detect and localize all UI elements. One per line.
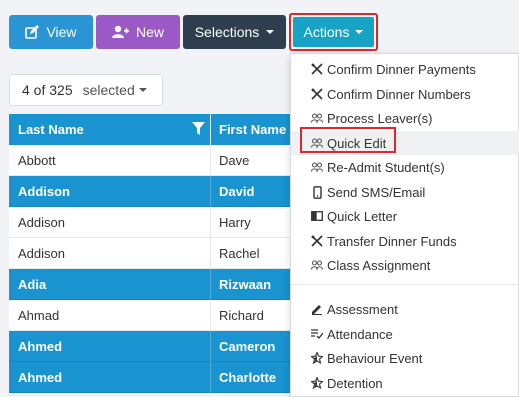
- users-icon: [311, 112, 323, 124]
- selections-dropdown-button[interactable]: Selections: [183, 15, 286, 49]
- student-table: Last Name First Name Abbott Dave Addison Da…: [9, 114, 299, 393]
- column-divider: [210, 300, 211, 331]
- quick-edit-highlight: [300, 127, 396, 153]
- menu-item-label: Detention: [327, 375, 383, 391]
- view-button-label: View: [46, 24, 77, 40]
- cell-first-name: Rachel: [219, 246, 260, 261]
- pencil-icon: [311, 303, 323, 315]
- add-user-icon: [111, 25, 129, 38]
- menu-item-label: Attendance: [327, 326, 393, 342]
- menu-item-label: Quick Letter: [327, 208, 398, 224]
- column-header-last-name[interactable]: Last Name: [18, 122, 84, 137]
- menu-item-label: Re-Admit Student(s): [327, 159, 445, 175]
- menu-item-class-assignment[interactable]: Class Assignment: [291, 253, 519, 277]
- new-button-label: New: [135, 24, 164, 40]
- menu-item-transfer-dinner-funds[interactable]: Transfer Dinner Funds: [291, 229, 519, 253]
- table-row[interactable]: Ahmad Richard: [9, 300, 299, 331]
- menu-item-label: Behaviour Event: [327, 350, 423, 366]
- checklist-icon: [311, 328, 323, 340]
- cell-last-name: Ahmed: [18, 339, 63, 354]
- actions-menu: Confirm Dinner Payments Confirm Dinner Nu…: [290, 53, 519, 397]
- table-row[interactable]: Addison Harry: [9, 207, 299, 238]
- selection-count: 4 of 325: [22, 82, 73, 98]
- menu-item-send-sms-email[interactable]: Send SMS/Email: [291, 180, 519, 204]
- column-divider: [210, 176, 211, 207]
- table-body: Abbott Dave Addison David Addison Harry Addiso…: [9, 145, 299, 393]
- users-icon: [311, 259, 323, 271]
- table-row[interactable]: Adia Rizwaan: [9, 269, 299, 300]
- cell-first-name: David: [219, 184, 255, 199]
- cell-first-name: Harry: [219, 215, 251, 230]
- column-divider: [210, 362, 211, 393]
- menu-item-label: Class Assignment: [327, 257, 431, 273]
- cell-last-name: Adia: [18, 277, 47, 292]
- menu-item-re-admit-student-s[interactable]: Re-Admit Student(s): [291, 155, 519, 179]
- new-button[interactable]: New: [96, 15, 180, 49]
- column-divider: [210, 145, 211, 176]
- cutlery-icon: [311, 63, 323, 75]
- table-row[interactable]: Addison David: [9, 176, 299, 207]
- filter-icon[interactable]: [192, 122, 205, 135]
- chevron-down-icon: [266, 30, 275, 34]
- selected-filter[interactable]: selected: [83, 82, 147, 98]
- star-icon: [311, 377, 323, 389]
- cell-first-name: Charlotte: [219, 370, 277, 385]
- column-divider: [210, 331, 211, 362]
- menu-item-label: Process Leaver(s): [327, 110, 433, 126]
- cell-last-name: Abbott: [18, 153, 56, 168]
- menu-item-confirm-dinner-payments[interactable]: Confirm Dinner Payments: [291, 57, 519, 81]
- cutlery-icon: [311, 235, 323, 247]
- chevron-down-icon: [138, 88, 147, 92]
- edit-icon: [25, 25, 40, 39]
- star-icon: [311, 352, 323, 364]
- cell-last-name: Ahmed: [18, 370, 63, 385]
- actions-button-label: Actions: [303, 24, 350, 40]
- menu-item-attendance[interactable]: Attendance: [291, 322, 519, 346]
- cell-first-name: Rizwaan: [219, 277, 272, 292]
- cell-first-name: Cameron: [219, 339, 276, 354]
- table-header: Last Name First Name: [9, 114, 299, 145]
- table-row[interactable]: Abbott Dave: [9, 145, 299, 176]
- menu-item-label: Transfer Dinner Funds: [327, 233, 457, 249]
- cell-last-name: Addison: [18, 246, 65, 261]
- selections-button-label: Selections: [194, 24, 260, 40]
- cutlery-icon: [311, 88, 323, 100]
- menu-item-detention[interactable]: Detention: [291, 371, 519, 395]
- selection-count-dropdown[interactable]: 4 of 325 selected: [9, 74, 163, 106]
- column-divider: [210, 207, 211, 238]
- cell-last-name: Addison: [18, 215, 65, 230]
- column-divider: [210, 114, 211, 145]
- table-row[interactable]: Ahmed Charlotte: [9, 362, 299, 393]
- selected-label: selected: [82, 82, 135, 98]
- cell-first-name: Dave: [219, 153, 250, 168]
- cell-last-name: Addison: [18, 184, 70, 199]
- users-icon: [311, 161, 323, 173]
- table-row[interactable]: Addison Rachel: [9, 238, 299, 269]
- column-header-first-name[interactable]: First Name: [219, 122, 286, 137]
- cell-last-name: Ahmad: [18, 308, 60, 323]
- menu-item-behaviour-event[interactable]: Behaviour Event: [291, 346, 519, 370]
- menu-divider: [291, 284, 519, 285]
- column-divider: [210, 238, 211, 269]
- table-row[interactable]: Ahmed Cameron: [9, 331, 299, 362]
- letter-icon: [311, 210, 323, 222]
- column-divider: [210, 269, 211, 300]
- menu-item-label: Confirm Dinner Payments: [327, 61, 476, 77]
- menu-item-label: Send SMS/Email: [327, 184, 426, 200]
- menu-item-assessment[interactable]: Assessment: [291, 297, 519, 321]
- view-button[interactable]: View: [9, 15, 93, 49]
- chevron-down-icon: [355, 30, 364, 34]
- menu-item-confirm-dinner-numbers[interactable]: Confirm Dinner Numbers: [291, 82, 519, 106]
- menu-item-quick-letter[interactable]: Quick Letter: [291, 204, 519, 228]
- cell-first-name: Richard: [219, 308, 264, 323]
- menu-item-label: Assessment: [327, 301, 398, 317]
- menu-item-label: Confirm Dinner Numbers: [327, 86, 471, 102]
- actions-dropdown-button[interactable]: Actions: [289, 13, 378, 51]
- mobile-icon: [311, 185, 323, 199]
